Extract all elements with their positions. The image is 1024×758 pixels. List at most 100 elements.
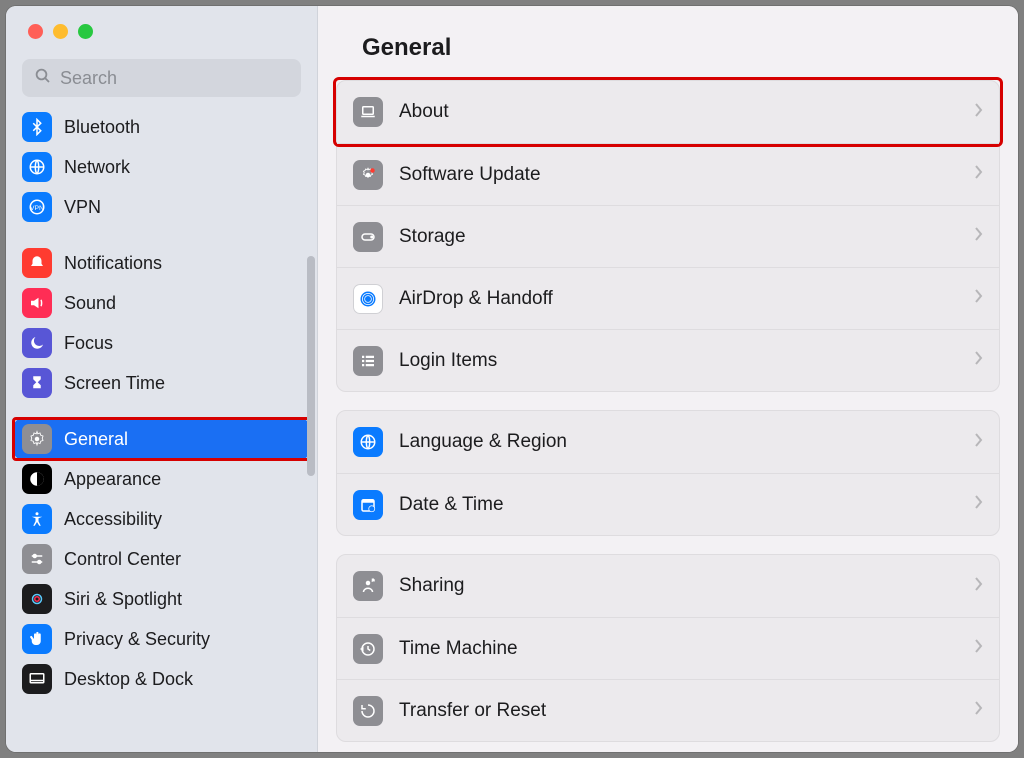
settings-row-label: Language & Region [399,431,567,453]
settings-row-label: Transfer or Reset [399,700,546,722]
sidebar-item-control-center[interactable]: Control Center [14,539,309,579]
sidebar-item-label: Notifications [64,253,162,274]
chevron-right-icon [973,288,983,309]
sidebar-item-label: Appearance [64,469,161,490]
sidebar-item-label: Focus [64,333,113,354]
sidebar-item-desktop-dock[interactable]: Desktop & Dock [14,659,309,699]
sidebar-item-vpn[interactable]: VPN VPN [14,187,309,227]
chevron-right-icon [973,164,983,185]
sidebar-item-label: Accessibility [64,509,162,530]
highlight-box [12,417,311,461]
siri-icon [22,584,52,614]
minimize-window-button[interactable] [53,24,68,39]
airdrop-icon [353,284,383,314]
sidebar-item-notifications[interactable]: Notifications [14,243,309,283]
vpn-icon: VPN [22,192,52,222]
gear-gray-icon [22,424,52,454]
sidebar-item-label: Privacy & Security [64,629,210,650]
main-panel: General About Software Update Storage AirDr… [318,6,1018,752]
laptop-icon [353,97,383,127]
settings-row-storage[interactable]: Storage [337,205,999,267]
sidebar-item-general[interactable]: General [14,419,309,459]
bell-icon [22,248,52,278]
zoom-window-button[interactable] [78,24,93,39]
search-icon [34,67,52,90]
list-icon [353,346,383,376]
sidebar: Bluetooth Network VPN VPN Notifications Sound… [6,6,318,752]
settings-row-airdrop-handoff[interactable]: AirDrop & Handoff [337,267,999,329]
settings-row-label: Software Update [399,164,541,186]
search-input[interactable] [52,67,289,90]
settings-row-transfer-or-reset[interactable]: Transfer or Reset [337,679,999,741]
sidebar-item-bluetooth[interactable]: Bluetooth [14,107,309,147]
chevron-right-icon [973,350,983,371]
sidebar-item-siri-spotlight[interactable]: Siri & Spotlight [14,579,309,619]
globe-icon [22,152,52,182]
sidebar-item-label: Control Center [64,549,181,570]
calendar-icon [353,490,383,520]
globe-icon [353,427,383,457]
chevron-right-icon [973,494,983,515]
speaker-icon [22,288,52,318]
sidebar-item-label: General [64,429,128,450]
window-controls [6,6,317,51]
moon-icon [22,328,52,358]
sidebar-item-accessibility[interactable]: Accessibility [14,499,309,539]
sidebar-item-label: Desktop & Dock [64,669,193,690]
hand-icon [22,624,52,654]
svg-text:VPN: VPN [30,205,44,212]
settings-row-label: Date & Time [399,494,504,516]
settings-row-label: Login Items [399,350,497,372]
sidebar-item-network[interactable]: Network [14,147,309,187]
settings-group: Sharing Time Machine Transfer or Reset [336,554,1000,742]
sidebar-item-label: Bluetooth [64,117,140,138]
appearance-icon [22,464,52,494]
settings-group: Language & Region Date & Time [336,410,1000,536]
chevron-right-icon [973,638,983,659]
sidebar-item-sound[interactable]: Sound [14,283,309,323]
sidebar-item-privacy-security[interactable]: Privacy & Security [14,619,309,659]
settings-row-sharing[interactable]: Sharing [337,555,999,617]
reset-icon [353,696,383,726]
sliders-icon [22,544,52,574]
gear-badge-icon [353,160,383,190]
sidebar-item-focus[interactable]: Focus [14,323,309,363]
close-window-button[interactable] [28,24,43,39]
settings-row-label: Sharing [399,575,465,597]
accessibility-icon [22,504,52,534]
settings-row-label: Time Machine [399,638,518,660]
sidebar-item-label: Screen Time [64,373,165,394]
sidebar-scrollbar[interactable] [307,256,315,476]
settings-row-language-region[interactable]: Language & Region [337,411,999,473]
timemachine-icon [353,634,383,664]
dock-icon [22,664,52,694]
sidebar-item-screen-time[interactable]: Screen Time [14,363,309,403]
bluetooth-icon [22,112,52,142]
settings-row-label: About [399,101,449,123]
settings-row-date-time[interactable]: Date & Time [337,473,999,535]
settings-row-about[interactable]: About [337,81,999,143]
sidebar-item-appearance[interactable]: Appearance [14,459,309,499]
settings-window: Bluetooth Network VPN VPN Notifications Sound… [6,6,1018,752]
hourglass-icon [22,368,52,398]
chevron-right-icon [973,226,983,247]
sidebar-item-label: VPN [64,197,101,218]
disk-icon [353,222,383,252]
sidebar-list: Bluetooth Network VPN VPN Notifications Sound… [6,107,317,752]
sidebar-item-label: Sound [64,293,116,314]
sidebar-item-label: Network [64,157,130,178]
settings-group: About Software Update Storage AirDrop & Han… [336,80,1000,392]
settings-row-login-items[interactable]: Login Items [337,329,999,391]
settings-row-software-update[interactable]: Software Update [337,143,999,205]
settings-row-label: AirDrop & Handoff [399,288,553,310]
chevron-right-icon [973,700,983,721]
chevron-right-icon [973,576,983,597]
chevron-right-icon [973,432,983,453]
page-title: General [318,6,1018,80]
settings-row-time-machine[interactable]: Time Machine [337,617,999,679]
search-field[interactable] [22,59,301,97]
settings-row-label: Storage [399,226,466,248]
sidebar-item-label: Siri & Spotlight [64,589,182,610]
sharing-icon [353,571,383,601]
chevron-right-icon [973,102,983,123]
